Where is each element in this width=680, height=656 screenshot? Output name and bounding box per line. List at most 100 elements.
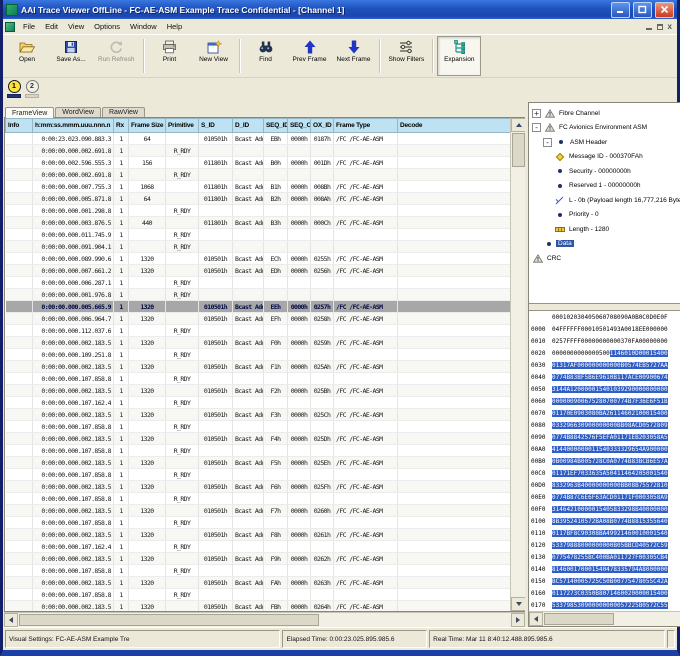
hex-row[interactable]: 007001170E0903080BA26114602100015400: [531, 408, 680, 420]
table-row[interactable]: 0:00:00.000.002.183.511320010501hBcast A…: [6, 457, 511, 469]
close-button[interactable]: [655, 2, 674, 18]
column-header-frame-type[interactable]: Frame Type: [334, 119, 398, 133]
table-row[interactable]: 0:00:00.000.002.183.511320010501hBcast A…: [6, 409, 511, 421]
next-frame-button[interactable]: Next Frame: [332, 36, 376, 76]
tab-wordview[interactable]: WordView: [55, 107, 101, 117]
column-header-rx[interactable]: Rx: [114, 119, 129, 133]
table-row[interactable]: 0:00:00.000.002.183.511320010501hBcast A…: [6, 433, 511, 445]
hex-hscrollbar[interactable]: [529, 611, 680, 626]
table-row[interactable]: 0:00:00.000.107.858.81R_RDY: [6, 565, 511, 577]
table-row[interactable]: 0:00:00.000.002.183.511320010501hBcast A…: [6, 361, 511, 373]
table-row[interactable]: 0:00:00.000.002.183.511320010501hBcast A…: [6, 553, 511, 565]
table-row[interactable]: 0:00:00.000.107.858.81R_RDY: [6, 421, 511, 433]
collapse-minus-icon[interactable]: -: [543, 138, 552, 147]
table-row[interactable]: 0:00:00.000.091.904.11R_RDY: [6, 241, 511, 253]
channel-1-button[interactable]: 1: [7, 80, 21, 98]
table-row[interactable]: 0:00:00.000.002.183.511320010501hBcast A…: [6, 481, 511, 493]
table-row[interactable]: 0:00:00.000.002.691.81R_RDY: [6, 169, 511, 181]
table-row[interactable]: 0:00:00.000.002.183.511320010501hBcast A…: [6, 601, 511, 612]
tree-node[interactable]: -ASM Header: [532, 135, 680, 150]
hex-row[interactable]: 01008B3952410572BA08B0774B8815355640: [531, 516, 680, 528]
menu-help[interactable]: Help: [162, 21, 187, 32]
table-row[interactable]: 0:00:00.000.107.858.81R_RDY: [6, 373, 511, 385]
table-row[interactable]: 0:00:00.000.107.858.81R_RDY: [6, 493, 511, 505]
mdi-close-icon[interactable]: x: [668, 23, 672, 31]
column-header-d-id[interactable]: D_ID: [233, 119, 264, 133]
table-row[interactable]: 0:00:00.000.109.251.81R_RDY: [6, 349, 511, 361]
hex-row[interactable]: 00C001171EF7033635A50411464205001540: [531, 468, 680, 480]
hex-row[interactable]: 00D08332963B40000000000BB08B75572810: [531, 480, 680, 492]
table-row[interactable]: 0:00:00.000.007.661.211320010501hBcast A…: [6, 265, 511, 277]
table-row[interactable]: 0:00:00.000.002.183.511320010501hBcast A…: [6, 337, 511, 349]
tree-node[interactable]: Priority - 0: [532, 208, 680, 223]
table-row[interactable]: 0:00:00.000.003.876.51440011801hBcast Ad…: [6, 217, 511, 229]
show-filters-button[interactable]: Show Filters: [384, 36, 430, 76]
hex-row[interactable]: 0170533798530900000000057225B0572C55: [531, 600, 680, 611]
open-button[interactable]: Open: [5, 36, 49, 76]
scroll-up-button[interactable]: [511, 118, 526, 132]
column-header-seq-cnt[interactable]: SEQ_CNT: [288, 119, 311, 133]
table-row[interactable]: 0:00:00.000.107.858.81R_RDY: [6, 517, 511, 529]
run-refresh-button[interactable]: Run Refresh: [93, 36, 140, 76]
tab-rawview[interactable]: RawView: [102, 107, 145, 117]
maximize-button[interactable]: [633, 2, 652, 18]
tree-hex-splitter[interactable]: [529, 303, 680, 311]
table-row[interactable]: 0:00:00.000.002.183.511320010501hBcast A…: [6, 529, 511, 541]
tree-node[interactable]: Message ID - 000370FAh: [532, 150, 680, 165]
tab-frameview[interactable]: FrameView: [5, 107, 54, 118]
column-header-seq-id[interactable]: SEQ_ID: [264, 119, 288, 133]
table-row[interactable]: 0:00:00.000.001.298.81R_RDY: [6, 205, 511, 217]
print-button[interactable]: Print: [148, 36, 192, 76]
collapse-minus-icon[interactable]: -: [532, 123, 541, 132]
expansion-button[interactable]: Expansion: [437, 36, 481, 76]
table-row[interactable]: 0:00:00.000.006.964.711320010501hBcast A…: [6, 313, 511, 325]
menu-file[interactable]: File: [18, 21, 40, 32]
column-header-h-mm-ss-mmm-uuu-nnn-n[interactable]: h:mm:ss.mmm.uuu.nnn.n: [33, 119, 114, 133]
table-row[interactable]: 0:00:00.000.001.976.81R_RDY: [6, 289, 511, 301]
hex-row[interactable]: 00100257FFFF00000000000370FA00000000: [531, 336, 680, 348]
column-header-primitive[interactable]: Primitive: [166, 119, 199, 133]
hex-row[interactable]: 002000000000000005001146010D00015400: [531, 348, 680, 360]
find-button[interactable]: Find: [244, 36, 288, 76]
tree-node[interactable]: CRC: [532, 251, 680, 266]
menu-window[interactable]: Window: [125, 21, 162, 32]
table-row[interactable]: 0:00:00.000.107.162.41R_RDY: [6, 541, 511, 553]
hex-row[interactable]: 01300775478255BC400BA011727F00305CB4: [531, 552, 680, 564]
hex-row[interactable]: 00E00774B87C6E6F63ACD01171F0003058A9: [531, 492, 680, 504]
menu-view[interactable]: View: [63, 21, 89, 32]
hex-row[interactable]: 0060000000900675280700774B7F36E6F51B: [531, 396, 680, 408]
tree-node[interactable]: Data: [532, 237, 680, 252]
table-row[interactable]: 0:00:00.000.005.871.8164011801hBcast Add…: [6, 193, 511, 205]
tree-node[interactable]: Security - 00000000h: [532, 164, 680, 179]
menu-edit[interactable]: Edit: [40, 21, 63, 32]
table-row[interactable]: 0:00:00.000.107.858.81R_RDY: [6, 469, 511, 481]
hex-row[interactable]: 012053379888000000000B05BBCD40572C59: [531, 540, 680, 552]
scroll-left-button[interactable]: [4, 613, 18, 627]
hex-row[interactable]: 00900774B8842576F5EFA01171EB203058A5: [531, 432, 680, 444]
table-row[interactable]: 0:00:00.000.107.162.41R_RDY: [6, 397, 511, 409]
hex-row[interactable]: 0140814600170001540478335794A8000000: [531, 564, 680, 576]
tree-node[interactable]: +Fibre Channel: [532, 106, 680, 121]
table-row[interactable]: 0:00:00.000.002.183.511320010501hBcast A…: [6, 385, 511, 397]
scroll-right-button[interactable]: [511, 613, 525, 627]
column-header-s-id[interactable]: S_ID: [199, 119, 233, 133]
hex-row[interactable]: 00400774B83BF5B6E9610B117ACE00900674: [531, 372, 680, 384]
mdi-minimize-icon[interactable]: [646, 28, 652, 30]
hex-row[interactable]: 00F031464210000015405833298B40000000: [531, 504, 680, 516]
table-row[interactable]: 0:00:00.000.002.183.511320010501hBcast A…: [6, 577, 511, 589]
table-row[interactable]: 0:00:00.000.002.691.81R_RDY: [6, 145, 511, 157]
table-row[interactable]: 0:00:00.000.112.037.61R_RDY: [6, 325, 511, 337]
column-header-ox-id[interactable]: OX_ID: [311, 119, 334, 133]
table-row[interactable]: 0:00:00.000.089.990.611320010501hBcast A…: [6, 253, 511, 265]
frame-table-vscrollbar[interactable]: [510, 118, 526, 611]
hex-row[interactable]: 00B00B00984B005728C0A0774B83BCB6E57A: [531, 456, 680, 468]
hex-row[interactable]: 00A04144000000011540333329654A900000: [531, 444, 680, 456]
tree-node[interactable]: Reserved 1 - 00000000h: [532, 179, 680, 194]
tree-node[interactable]: L - 0b (Payload length 16,777,216 Bytes): [532, 193, 680, 208]
hex-row[interactable]: 0150BC57140005725C50B00775478055C42A: [531, 576, 680, 588]
hscroll-thumb[interactable]: [19, 614, 319, 626]
hex-row[interactable]: 0080033296630900000000BB08ACD0572809: [531, 420, 680, 432]
expand-plus-icon[interactable]: +: [532, 109, 541, 118]
menu-options[interactable]: Options: [89, 21, 125, 32]
table-row[interactable]: 0:00:00.000.011.745.91R_RDY: [6, 229, 511, 241]
